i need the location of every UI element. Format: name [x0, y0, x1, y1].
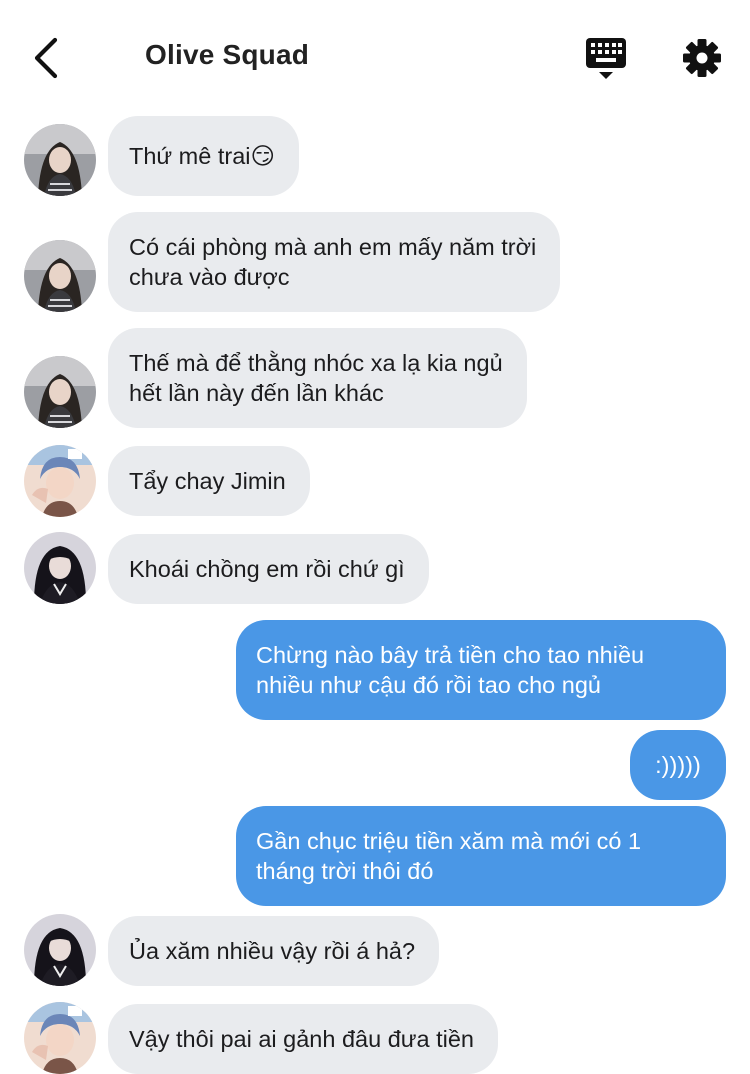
message-bubble[interactable]: Khoái chồng em rồi chứ gì — [108, 534, 429, 604]
message-text: Ủa xăm nhiều vậy rồi á hả? — [129, 938, 416, 964]
gear-icon — [683, 39, 721, 77]
avatar[interactable] — [24, 124, 96, 196]
avatar[interactable] — [24, 914, 96, 986]
avatar-girl-dark — [24, 914, 96, 986]
message-bubble[interactable]: Thế mà để thằng nhóc xa lạ kia ngủ hết l… — [108, 328, 527, 428]
avatar-boy-blue — [24, 445, 96, 517]
settings-button[interactable] — [682, 38, 722, 78]
chat-header: Olive Squad — [0, 0, 750, 112]
message-bubble[interactable]: Tẩy chay Jimin — [108, 446, 310, 516]
avatar-girl-long-hair — [24, 240, 96, 312]
chat-title: Olive Squad — [145, 39, 310, 70]
back-button[interactable] — [28, 36, 64, 80]
message-bubble-outgoing[interactable]: Chừng nào bây trả tiền cho tao nhiều nhi… — [236, 620, 726, 720]
message-bubble-outgoing[interactable]: :))))) — [630, 730, 726, 800]
message-bubble-outgoing[interactable]: Gần chục triệu tiền xăm mà mới có 1 thán… — [236, 806, 726, 906]
avatar-girl-dark — [24, 532, 96, 604]
message-bubble[interactable]: Có cái phòng mà anh em mấy năm trời chưa… — [108, 212, 561, 312]
message-bubble[interactable]: Ủa xăm nhiều vậy rồi á hả? — [108, 916, 440, 986]
message-bubble[interactable]: Vậy thôi pai ai gảnh đâu đưa tiền — [108, 1004, 498, 1074]
avatar-girl-long-hair — [24, 356, 96, 428]
keyboard-hide-icon — [586, 38, 626, 79]
avatar-boy-blue — [24, 1002, 96, 1074]
message-text: Có cái phòng mà anh em mấy năm trời chưa… — [129, 234, 537, 290]
avatar[interactable] — [24, 532, 96, 604]
chevron-left-icon — [34, 37, 58, 79]
message-text: Chừng nào bây trả tiền cho tao nhiều nhi… — [256, 642, 645, 698]
message-text: Thế mà để thằng nhóc xa lạ kia ngủ hết l… — [129, 350, 503, 406]
avatar[interactable] — [24, 356, 96, 428]
avatar[interactable] — [24, 240, 96, 312]
message-text: Thứ mê trai😏 — [129, 143, 276, 169]
avatar[interactable] — [24, 445, 96, 517]
keyboard-toggle-button[interactable] — [584, 38, 628, 82]
message-text: Gần chục triệu tiền xăm mà mới có 1 thán… — [256, 828, 642, 884]
message-text: Khoái chồng em rồi chứ gì — [129, 556, 405, 582]
message-text: Vậy thôi pai ai gảnh đâu đưa tiền — [129, 1026, 474, 1052]
message-text: :))))) — [655, 752, 701, 778]
message-bubble[interactable]: Thứ mê trai😏 — [108, 116, 300, 196]
avatar-girl-long-hair — [24, 124, 96, 196]
message-text: Tẩy chay Jimin — [129, 468, 286, 494]
avatar[interactable] — [24, 1002, 96, 1074]
